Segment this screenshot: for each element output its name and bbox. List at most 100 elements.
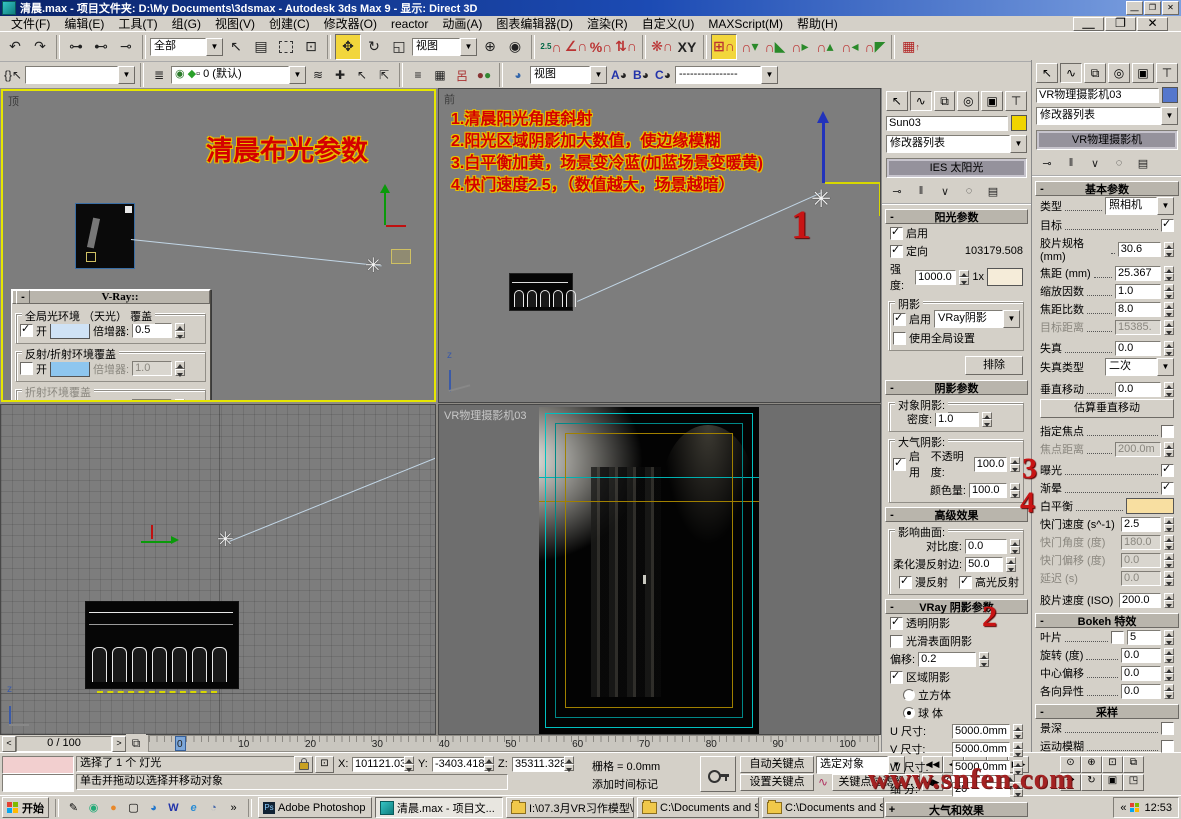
create-tab-icon[interactable]: ↖ [886,91,908,111]
render-view-combo[interactable]: 视图▼ [530,66,607,84]
track-bar[interactable]: 0 10 20 30 40 50 60 70 80 90 100 [148,735,879,752]
sun-color-swatch[interactable] [987,268,1023,286]
light-gizmo-star-icon[interactable]: ✳ [217,527,234,552]
collapse-icon[interactable]: - [16,290,30,304]
layer-combo[interactable]: ◉ ◆▫ 0 (默认)▼ [171,66,306,84]
motion-blur-checkbox[interactable] [1161,740,1174,753]
quicklaunch-browser-icon[interactable]: ◔ [205,799,222,816]
viewport-camera[interactable]: VR物理摄影机03 [438,404,881,735]
menu-file[interactable]: 文件(F) [4,15,57,32]
object-color-swatch[interactable] [1011,115,1027,131]
targeted-checkbox[interactable] [890,245,903,258]
rollout-header[interactable]: +大气和效果 [885,802,1028,817]
spinner[interactable] [1164,320,1174,335]
layer-manager-icon[interactable]: ∩▴ [813,35,837,59]
select-and-link-icon[interactable]: ⊶ [64,35,88,59]
chevron-down-icon[interactable]: ▼ [206,38,223,56]
quicklaunch-overflow-icon[interactable]: » [225,799,242,816]
next-frame-icon[interactable]: > [112,736,126,752]
snowflake-snap-icon[interactable]: ❋∩ [650,35,674,59]
auto-key-icon[interactable] [700,756,736,792]
exposure-checkbox[interactable] [1161,464,1174,477]
vertical-shift-field[interactable]: 0.0 [1115,382,1161,397]
spinner[interactable] [1164,535,1174,550]
chevron-down-icon[interactable]: ▼ [1157,358,1174,376]
film-gate-field[interactable]: 30.6 [1118,242,1161,257]
show-end-result-icon[interactable]: ‖ [912,183,930,199]
menu-customize[interactable]: 自定义(U) [635,15,702,32]
zoom-region-icon[interactable]: ⧉ [1123,756,1144,773]
intensity-field[interactable]: 1000.0 [915,270,956,285]
motion-tab-icon[interactable]: ◎ [1108,63,1130,83]
select-and-move-icon[interactable]: ✥ [335,34,361,60]
area-shadow-checkbox[interactable] [890,671,903,684]
maxscript-listener-field[interactable] [2,774,74,792]
spinner[interactable] [959,270,969,285]
shadow-type-combo[interactable]: VRay阴影▼ [934,310,1020,328]
hierarchy-icon[interactable]: 呂 [452,65,472,85]
chevron-down-icon[interactable]: ▼ [1161,107,1178,125]
rollout-header[interactable]: -高级效果 [885,507,1028,522]
modifier-list-combo[interactable]: 修改器列表▼ [886,135,1027,153]
spinner[interactable] [1164,666,1174,681]
task-3dsmax[interactable]: 清晨.max - 项目文... [375,797,503,818]
color-amount-field[interactable]: 100.0 [969,483,1007,498]
y-coordinate-field[interactable]: -3403.418 [432,757,488,772]
spinner[interactable] [1164,382,1174,397]
box-radio[interactable] [903,689,915,701]
track-view-mini-icon[interactable]: ⧉ [126,734,146,754]
viewport-front[interactable]: 前 1.清晨阳光角度斜射 2.阳光区域阴影加大数值，使边缘模糊 3.白平衡加黄，… [438,88,881,403]
show-end-result-icon[interactable]: ‖ [1062,155,1080,171]
smooth-surface-checkbox[interactable] [890,635,903,648]
absolute-offset-icon[interactable]: ⊡ [315,756,334,773]
spinner[interactable] [404,756,414,771]
select-by-name-icon[interactable]: ▤ [249,35,273,59]
target-distance-field[interactable]: 15385. [1115,320,1161,335]
spinner[interactable] [484,756,494,771]
chevron-down-icon[interactable]: ▼ [460,38,477,56]
menu-create[interactable]: 创建(C) [262,15,317,32]
shutter-speed-field[interactable]: 2.5 [1121,517,1161,532]
distortion-type-combo[interactable]: 二次▼ [1105,358,1174,376]
set-key-button[interactable]: 设置关键点 [740,774,814,791]
vray-rollout-header[interactable]: - V-Ray:: [12,290,210,304]
vignetting-checkbox[interactable] [1161,482,1174,495]
density-field[interactable]: 1.0 [935,412,979,427]
hierarchy-tab-icon[interactable]: ⧉ [1084,63,1106,83]
spinner[interactable] [982,412,992,427]
transparent-shadows-checkbox[interactable] [890,617,903,630]
bias-field[interactable]: 0.2 [918,652,976,667]
viewport-top-label[interactable]: 顶 [8,93,19,109]
spinner[interactable] [1164,684,1174,699]
use-pivot-center-icon[interactable]: ⊕ [478,35,502,59]
spinner[interactable] [1164,284,1174,299]
task-photoshop[interactable]: Ps Adobe Photoshop [258,797,372,818]
enabled-checkbox[interactable] [890,227,903,240]
blades-checkbox[interactable] [1111,631,1124,644]
film-speed-field[interactable]: 200.0 [1119,593,1161,608]
rect-selection-region-icon[interactable] [274,35,298,59]
rollout-header[interactable]: -阴影参数 [885,380,1028,395]
keyboard-override-icon[interactable]: XY [675,35,699,59]
menu-help[interactable]: 帮助(H) [790,15,845,32]
spinner[interactable] [1164,266,1174,281]
spinner[interactable] [1164,242,1174,257]
utilities-tab-icon[interactable]: ⊤ [1156,63,1178,83]
render-shortcut-teapot-icon[interactable]: ◕ [508,65,528,85]
reflection-color-swatch[interactable] [50,360,90,377]
refraction-on-checkbox[interactable] [20,400,33,402]
viewport-front-label[interactable]: 前 [444,91,455,107]
focus-distance-field[interactable]: 200.0m [1115,442,1161,457]
spinner[interactable] [1164,593,1174,608]
select-and-manipulate-icon[interactable]: ◉ [503,35,527,59]
chevron-down-icon[interactable]: ▼ [761,66,778,84]
minimize-button[interactable]: ＿ [1126,1,1143,15]
object-color-swatch[interactable] [1162,87,1178,103]
doc-restore-button[interactable]: ❐ [1105,17,1136,31]
pin-stack-icon[interactable]: ⊸ [888,183,906,199]
doc-close-button[interactable]: ✕ [1137,17,1168,31]
selection-lock-icon[interactable] [294,756,313,773]
gi-color-swatch[interactable] [50,322,90,339]
doc-minimize-button[interactable]: ＿ [1073,17,1104,31]
object-name-field[interactable]: Sun03 [886,116,1008,131]
